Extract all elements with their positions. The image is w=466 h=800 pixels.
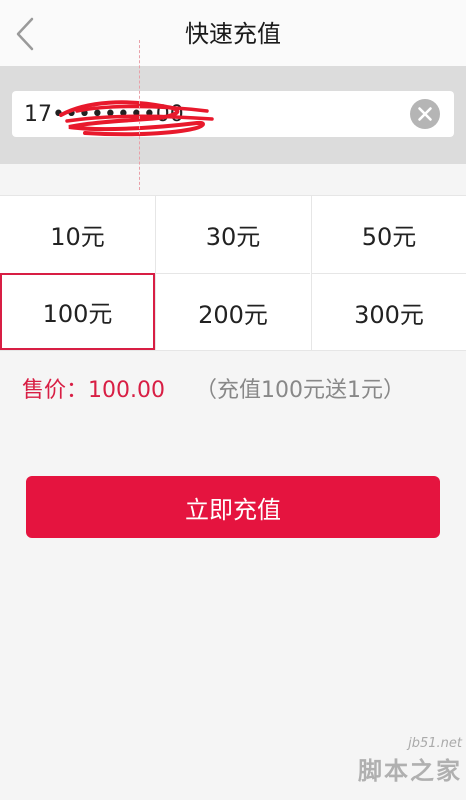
price-row: 售价：100.00 （充值100元送1元） bbox=[22, 374, 405, 408]
amount-option-30[interactable]: 30元 bbox=[155, 196, 310, 273]
phone-input-container bbox=[12, 91, 454, 137]
bonus-note: （充值100元送1元） bbox=[195, 378, 405, 403]
amount-option-50[interactable]: 50元 bbox=[311, 196, 466, 273]
price-value: 100.00 bbox=[88, 378, 165, 403]
guide-line bbox=[139, 40, 140, 190]
amount-option-300[interactable]: 300元 bbox=[311, 273, 466, 350]
recharge-now-button[interactable]: 立即充值 bbox=[26, 476, 440, 538]
amount-option-100[interactable]: 100元 bbox=[0, 273, 155, 350]
page-title: 快速充值 bbox=[185, 20, 281, 48]
phone-input-section bbox=[0, 66, 466, 164]
amount-grid: 10元 30元 50元 100元 200元 300元 bbox=[0, 195, 466, 351]
phone-number-input[interactable] bbox=[12, 91, 392, 137]
price-label: 售价： bbox=[22, 378, 89, 403]
clear-circle-icon bbox=[410, 99, 440, 129]
amount-option-10[interactable]: 10元 bbox=[0, 196, 155, 273]
header-bar: 快速充值 bbox=[0, 0, 466, 66]
watermark-name: 脚本之家 bbox=[358, 757, 462, 785]
amount-option-200[interactable]: 200元 bbox=[155, 273, 310, 350]
watermark: jb51.net 脚本之家 bbox=[322, 736, 462, 796]
watermark-url: jb51.net bbox=[408, 736, 462, 751]
clear-input-button[interactable] bbox=[409, 98, 441, 130]
